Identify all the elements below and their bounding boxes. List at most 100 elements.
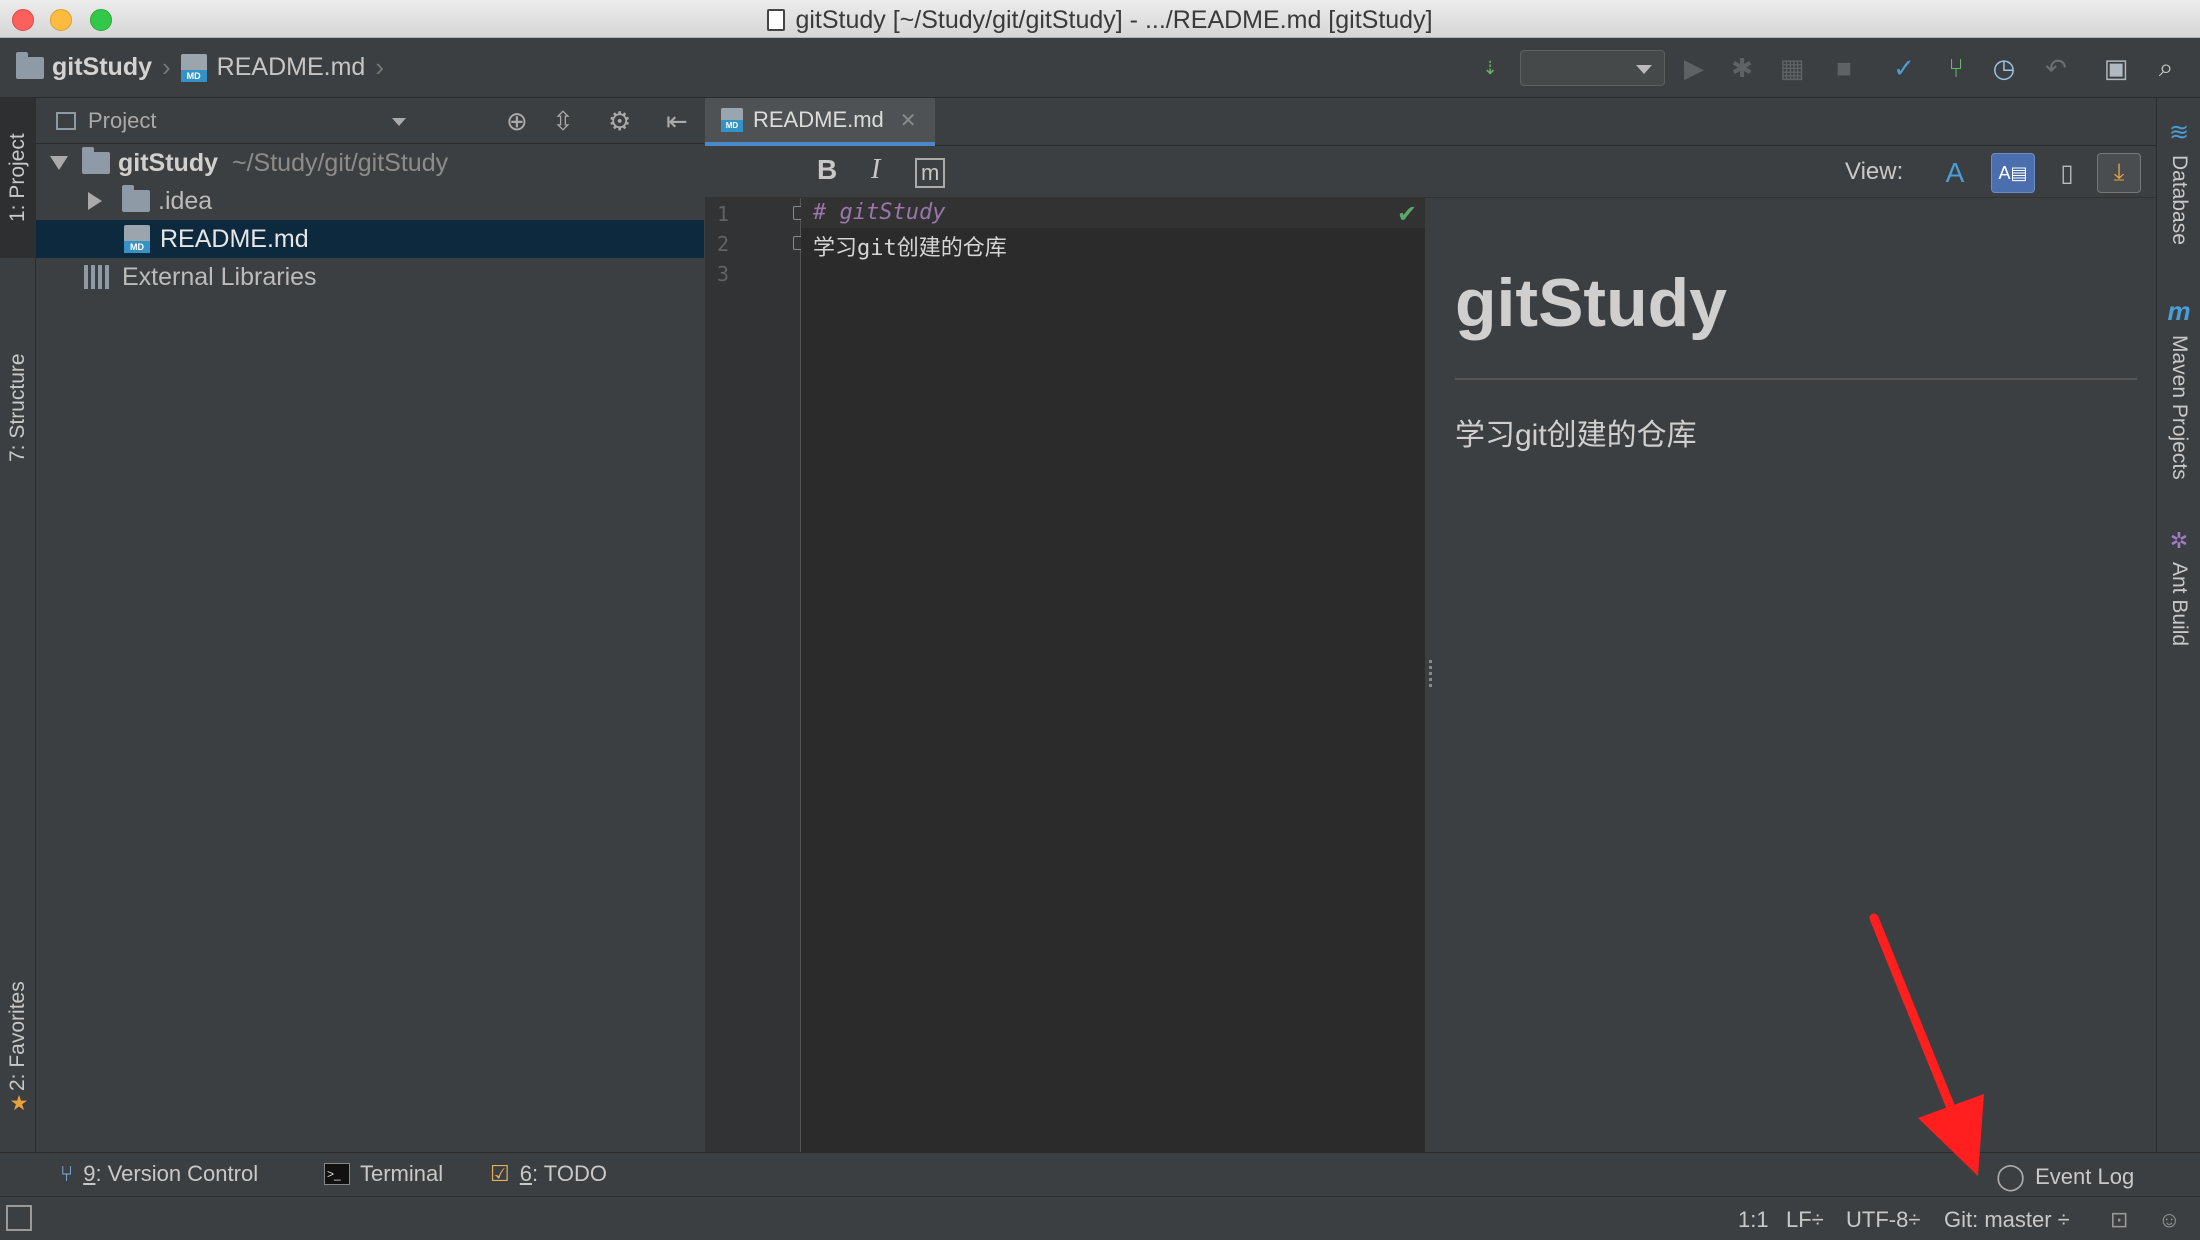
locate-file-icon[interactable]: ⊕ bbox=[506, 106, 528, 137]
line-number: 1 bbox=[717, 202, 730, 226]
chevron-down-icon[interactable] bbox=[392, 118, 406, 126]
tree-node-label: External Libraries bbox=[122, 262, 317, 291]
tool-tab-project[interactable]: 1: Project bbox=[0, 98, 36, 258]
vcs-history-icon[interactable]: ◷ bbox=[1988, 52, 2020, 84]
collapse-all-icon[interactable]: ⇳ bbox=[552, 106, 574, 137]
tool-button-terminal[interactable]: >_ Terminal bbox=[324, 1161, 443, 1187]
document-icon bbox=[767, 9, 786, 31]
tool-tab-project-label: 1: Project bbox=[6, 133, 29, 223]
todo-icon: ☑ bbox=[490, 1161, 510, 1186]
export-icon[interactable]: ⤓ bbox=[2097, 153, 2141, 193]
tool-tab-structure[interactable]: 7: Structure bbox=[0, 278, 36, 538]
tree-node-label: gitStudy bbox=[118, 148, 218, 177]
maven-icon: m bbox=[2167, 296, 2191, 326]
preview-heading-rule bbox=[1455, 378, 2137, 380]
tool-button-mnemonic: 6 bbox=[519, 1161, 532, 1186]
tool-tab-ant-build-label: Ant Build bbox=[2168, 562, 2191, 647]
tool-button-label: Event Log bbox=[2035, 1163, 2135, 1189]
expand-arrow-icon[interactable] bbox=[50, 156, 68, 170]
tool-tab-database-label: Database bbox=[2168, 155, 2191, 245]
tool-button-mnemonic: 9 bbox=[83, 1161, 96, 1186]
editor-tab-label: README.md bbox=[753, 107, 884, 132]
tree-node-readme[interactable]: README.md bbox=[36, 220, 704, 258]
search-everywhere-icon[interactable]: ⌕ bbox=[2150, 52, 2182, 84]
tree-node-external-libraries[interactable]: External Libraries bbox=[36, 258, 704, 296]
bold-button[interactable]: B bbox=[817, 154, 837, 186]
close-tab-icon[interactable]: ✕ bbox=[900, 108, 917, 133]
file-encoding-widget[interactable]: UTF-8÷ bbox=[1846, 1207, 1920, 1233]
markdown-file-icon bbox=[124, 225, 150, 253]
line-number: 2 bbox=[717, 232, 730, 256]
breadcrumb: gitStudy › README.md › bbox=[16, 51, 394, 83]
editor-gutter: 1 2 3 bbox=[705, 198, 807, 1152]
navigation-bar: gitStudy › README.md › ⇣ ▶ ✱ ▦ ■ ✓ ⑂ ◷ ↶… bbox=[0, 38, 2200, 98]
tool-tab-ant-build[interactable]: ✲ Ant Build bbox=[2161, 528, 2197, 768]
splitter-handle[interactable] bbox=[1429, 660, 1432, 690]
tree-node-idea[interactable]: .idea bbox=[36, 182, 704, 220]
ant-icon: ✲ bbox=[2169, 528, 2189, 553]
split-view-icon[interactable]: A▤ bbox=[1991, 153, 2035, 193]
tool-button-event-log[interactable]: ◯ Event Log bbox=[1996, 1161, 2134, 1192]
tool-button-label: : Version Control bbox=[95, 1161, 259, 1186]
tool-tab-favorites[interactable]: ★ 2: Favorites bbox=[0, 958, 36, 1138]
editor-only-view-icon[interactable]: A bbox=[1933, 153, 1977, 193]
vcs-commit-icon[interactable]: ⑂ bbox=[1940, 52, 1972, 84]
stop-icon[interactable]: ■ bbox=[1828, 52, 1860, 84]
caret-position[interactable]: 1:1 bbox=[1738, 1207, 1769, 1233]
tool-tab-maven-label: Maven Projects bbox=[2168, 335, 2191, 480]
preview-heading: gitStudy bbox=[1455, 265, 1727, 341]
tool-button-version-control[interactable]: ⑂ 9: Version Control bbox=[60, 1161, 258, 1187]
italic-button[interactable]: I bbox=[871, 154, 880, 186]
status-bar: 1:1 LF÷ UTF-8÷ Git: master ÷ ⊡ ☺ bbox=[0, 1196, 2200, 1240]
code-button[interactable]: m bbox=[915, 158, 946, 188]
vcs-update-icon[interactable]: ✓ bbox=[1888, 52, 1920, 84]
preview-paragraph: 学习git创建的仓库 bbox=[1455, 419, 1697, 452]
left-tool-stripe: 1: Project 7: Structure ★ 2: Favorites bbox=[0, 98, 36, 1152]
editor-tab-readme[interactable]: README.md ✕ bbox=[705, 98, 935, 146]
lock-icon[interactable]: ⊡ bbox=[2110, 1207, 2128, 1233]
project-panel-header: Project ⊕ ⇳ ⚙ ⇤ bbox=[36, 98, 704, 144]
star-icon: ★ bbox=[7, 1090, 30, 1115]
database-icon: ≋ bbox=[2168, 119, 2190, 146]
tree-node-path: ~/Study/git/gitStudy bbox=[232, 148, 449, 177]
markdown-file-icon bbox=[721, 108, 743, 132]
breadcrumb-project[interactable]: gitStudy bbox=[52, 53, 152, 82]
libraries-icon bbox=[84, 265, 112, 289]
update-project-icon[interactable]: ⇣ bbox=[1474, 52, 1506, 84]
preview-only-view-icon[interactable]: ▯ bbox=[2045, 153, 2089, 193]
project-view-selector[interactable]: Project bbox=[56, 108, 156, 134]
project-folder-icon bbox=[82, 147, 110, 174]
debug-icon[interactable]: ✱ bbox=[1726, 52, 1758, 84]
code-line[interactable]: 学习git创建的仓库 bbox=[813, 230, 1007, 262]
markdown-file-icon bbox=[180, 53, 207, 82]
tool-button-todo[interactable]: ☑ 6: TODO bbox=[490, 1161, 607, 1187]
markdown-preview: gitStudy 学习git创建的仓库 bbox=[1437, 198, 2156, 1152]
chevron-right-icon: › bbox=[375, 52, 384, 82]
gear-icon[interactable]: ⚙ bbox=[608, 106, 631, 137]
editor-preview-splitter[interactable] bbox=[1425, 198, 1437, 1152]
tree-node-label: .idea bbox=[158, 186, 213, 215]
collapse-arrow-icon[interactable] bbox=[88, 192, 102, 210]
bottom-tool-bar: ⑂ 9: Version Control >_ Terminal ☑ 6: TO… bbox=[0, 1152, 2200, 1196]
run-icon[interactable]: ▶ bbox=[1678, 52, 1710, 84]
right-tool-stripe: ≋ Database m Maven Projects ✲ Ant Build bbox=[2156, 98, 2200, 1152]
run-configuration-dropdown[interactable] bbox=[1520, 50, 1665, 86]
project-structure-icon[interactable]: ▣ bbox=[2100, 52, 2132, 84]
line-number: 3 bbox=[717, 262, 730, 286]
revert-icon[interactable]: ↶ bbox=[2040, 52, 2072, 84]
coverage-icon[interactable]: ▦ bbox=[1776, 52, 1808, 84]
window-titlebar: gitStudy [~/Study/git/gitStudy] - .../RE… bbox=[0, 0, 2200, 38]
project-panel-title: Project bbox=[88, 108, 157, 133]
code-editor[interactable]: # gitStudy 学习git创建的仓库 ✔ bbox=[801, 198, 1425, 1152]
toggle-tool-windows-icon[interactable] bbox=[6, 1205, 32, 1231]
code-line[interactable]: # gitStudy bbox=[813, 200, 945, 225]
chevron-right-icon: › bbox=[162, 52, 171, 82]
code-button-label: m bbox=[921, 160, 940, 185]
tree-node-project-root[interactable]: gitStudy ~/Study/git/gitStudy bbox=[36, 144, 704, 182]
tool-tab-database[interactable]: ≋ Database bbox=[2161, 118, 2197, 288]
hide-panel-icon[interactable]: ⇤ bbox=[666, 106, 688, 137]
inspector-icon[interactable]: ☺ bbox=[2158, 1207, 2180, 1233]
breadcrumb-file[interactable]: README.md bbox=[217, 53, 366, 82]
git-branch-widget[interactable]: Git: master ÷ bbox=[1944, 1207, 2070, 1233]
line-separator-widget[interactable]: LF÷ bbox=[1786, 1207, 1824, 1233]
